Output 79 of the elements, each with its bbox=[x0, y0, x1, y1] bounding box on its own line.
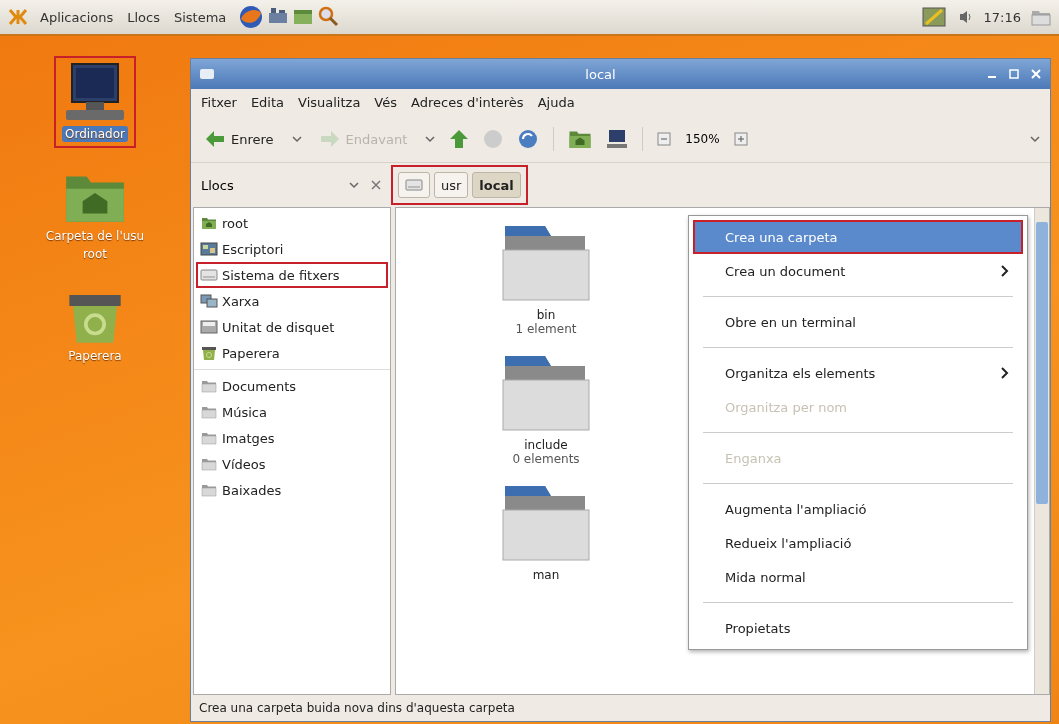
drive-icon bbox=[405, 177, 423, 193]
menu-item[interactable]: Fitxer bbox=[201, 95, 237, 110]
zoom-level: 150% bbox=[685, 132, 720, 146]
status-text: Crea una carpeta buida nova dins d'aquesta carpeta bbox=[199, 701, 515, 715]
arrow-left-icon bbox=[205, 130, 225, 148]
network-icon[interactable] bbox=[921, 6, 948, 28]
k-logo-icon[interactable] bbox=[8, 8, 28, 26]
context-menu-item[interactable]: Propietats bbox=[693, 611, 1023, 645]
zoom-in-icon[interactable] bbox=[733, 132, 748, 146]
arrow-right-icon bbox=[319, 130, 340, 148]
context-menu-item[interactable]: Obre en un terminal bbox=[693, 305, 1023, 339]
computer-icon[interactable] bbox=[606, 128, 629, 150]
menu-item[interactable]: Vés bbox=[374, 95, 397, 110]
desktop-icon bbox=[200, 242, 218, 256]
desktop-icon[interactable]: Ordinador bbox=[54, 56, 136, 148]
menu-item[interactable]: Visualitza bbox=[298, 95, 361, 110]
caret-icon[interactable] bbox=[425, 135, 436, 143]
search-icon[interactable] bbox=[317, 5, 340, 27]
desktop-icon-label: Carpeta de l'usu bbox=[44, 228, 146, 244]
context-menu-item[interactable]: Redueix l'ampliació bbox=[693, 526, 1023, 560]
sidebar-item[interactable]: Imatges bbox=[196, 425, 388, 451]
home-icon bbox=[200, 216, 218, 230]
window-title: local bbox=[584, 66, 617, 82]
context-menu-item[interactable]: Organitza els elements bbox=[693, 356, 1023, 390]
speaker-icon[interactable] bbox=[957, 9, 974, 25]
reload-icon[interactable] bbox=[517, 128, 540, 150]
file-name[interactable]: include bbox=[524, 438, 568, 452]
menu-item[interactable]: Ajuda bbox=[537, 95, 575, 110]
context-menu-item[interactable]: Mida normal bbox=[693, 560, 1023, 594]
menu-item[interactable]: Adreces d'interès bbox=[411, 95, 524, 110]
close-icon[interactable] bbox=[371, 180, 381, 190]
context-menu-item[interactable]: Augmenta l'ampliació bbox=[693, 492, 1023, 526]
sidebar-item[interactable]: Sistema de fitxers bbox=[196, 262, 388, 288]
sidebar-item[interactable]: Escriptori bbox=[196, 236, 388, 262]
trash-icon bbox=[200, 346, 218, 360]
caret-icon[interactable] bbox=[349, 181, 359, 189]
sidebar-item[interactable]: Paperera bbox=[196, 340, 388, 366]
zoom-out-icon[interactable] bbox=[657, 132, 672, 146]
file-name[interactable]: bin bbox=[536, 308, 556, 322]
path-button[interactable]: local bbox=[472, 172, 521, 198]
path-button[interactable]: usr bbox=[434, 172, 469, 198]
panel-menu[interactable]: Sistema bbox=[171, 7, 229, 27]
drive-icon bbox=[200, 268, 218, 282]
clock[interactable]: 17:16 bbox=[983, 9, 1021, 25]
back-button[interactable]: Enrere bbox=[201, 127, 278, 151]
sidebar-item[interactable]: Música bbox=[196, 399, 388, 425]
caret-icon[interactable] bbox=[291, 135, 302, 143]
sidebar-title: Llocs bbox=[201, 177, 235, 193]
caret-icon[interactable] bbox=[1030, 135, 1040, 143]
panel-menu[interactable]: Llocs bbox=[125, 7, 162, 27]
globe-icon[interactable] bbox=[238, 5, 265, 29]
file-info: 1 element bbox=[515, 322, 577, 336]
desktop-icon-label: Paperera bbox=[67, 348, 123, 364]
panel-menu[interactable]: Aplicacions bbox=[38, 7, 116, 27]
sidebar-item[interactable]: Xarxa bbox=[196, 288, 388, 314]
scrollbar[interactable] bbox=[1034, 208, 1049, 694]
sidebar-item[interactable]: Documents bbox=[196, 373, 388, 399]
maximize-icon[interactable] bbox=[1008, 68, 1020, 80]
desktop-icon-label: Ordinador bbox=[62, 126, 128, 142]
network-icon bbox=[200, 294, 218, 308]
folder-icon bbox=[200, 483, 218, 497]
sidebar-item[interactable]: Unitat de disquet bbox=[196, 314, 388, 340]
folder-icon bbox=[200, 405, 218, 419]
folder-icon bbox=[200, 457, 218, 471]
window-menu-icon[interactable] bbox=[199, 68, 215, 80]
desktop-icon-label: root bbox=[81, 246, 108, 262]
file-name[interactable]: man bbox=[532, 568, 560, 582]
sidebar-item[interactable]: Vídeos bbox=[196, 451, 388, 477]
folder-icon[interactable] bbox=[1031, 8, 1051, 26]
sidebar-item[interactable]: root bbox=[196, 210, 388, 236]
folder-icon bbox=[200, 431, 218, 445]
sidebar-item[interactable]: Baixades bbox=[196, 477, 388, 503]
folder-icon bbox=[200, 379, 218, 393]
context-menu-item[interactable]: Crea una carpeta bbox=[693, 220, 1023, 254]
file-info: 0 elements bbox=[512, 452, 580, 466]
context-menu-item[interactable]: Crea un document bbox=[693, 254, 1023, 288]
up-arrow-icon[interactable] bbox=[449, 129, 470, 149]
floppy-icon bbox=[200, 320, 218, 334]
menu-item[interactable]: Edita bbox=[250, 95, 285, 110]
